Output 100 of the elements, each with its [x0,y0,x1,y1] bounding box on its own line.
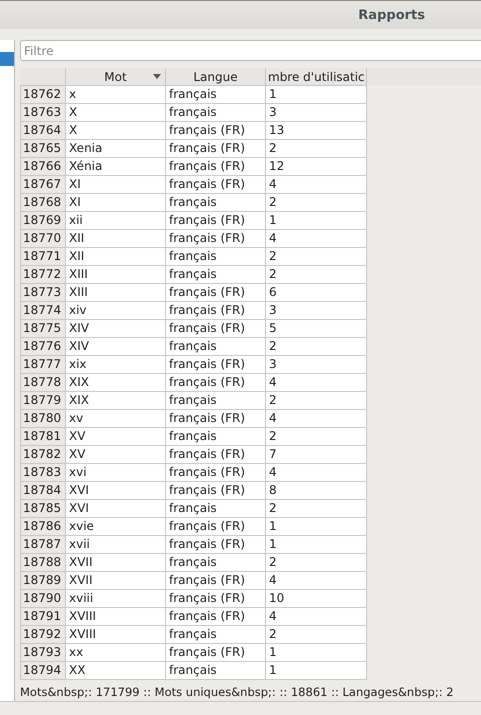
row-header: 18774 [20,301,66,319]
row-header: 18764 [20,121,66,139]
table-cell: français [166,391,266,409]
table-cell: xx [66,643,166,661]
table-cell: français (FR) [166,211,266,229]
table-cell: 2 [266,499,367,517]
row-header: 18784 [20,481,66,499]
table-cell: xvie [66,517,166,535]
table-cell: Xenia [66,139,166,157]
table-cell: 4 [266,373,367,391]
table-cell: français (FR) [166,229,266,247]
table-cell: 10 [266,589,367,607]
table-cell: français (FR) [166,175,266,193]
table-cell: français [166,625,266,643]
row-header: 18763 [20,103,66,121]
table-cell: 2 [266,427,367,445]
row-header: 18768 [20,193,66,211]
table-cell: 1 [266,211,367,229]
row-header: 18787 [20,535,66,553]
table-cell: xvi [66,463,166,481]
row-header: 18781 [20,427,66,445]
table-cell: français [166,553,266,571]
table-cell: 2 [266,265,367,283]
table-cell: français (FR) [166,517,266,535]
row-header: 18789 [20,571,66,589]
row-header: 18780 [20,409,66,427]
row-header: 18769 [20,211,66,229]
table-cell: français (FR) [166,283,266,301]
table-cell: français (FR) [166,535,266,553]
table-cell: français [166,247,266,265]
table-cell: XV [66,445,166,463]
row-header: 18777 [20,355,66,373]
row-header: 18772 [20,265,66,283]
row-header: 18792 [20,625,66,643]
table-cell: 3 [266,355,367,373]
table-cell: français (FR) [166,373,266,391]
table-cell: XVII [66,553,166,571]
table-cell: français [166,85,266,103]
row-header: 18771 [20,247,66,265]
table-cell: français [166,103,266,121]
table-cell: français [166,499,266,517]
table-cell: 6 [266,283,367,301]
table-cell: XVIII [66,625,166,643]
table-cell: XVI [66,499,166,517]
row-header: 18786 [20,517,66,535]
table-cell: 1 [266,661,367,679]
table-cell: 4 [266,409,367,427]
table-cell: x [66,85,166,103]
sidebar-item[interactable] [0,52,14,66]
table-cell: 2 [266,337,367,355]
table-cell: français (FR) [166,301,266,319]
table-cell: 3 [266,103,367,121]
table-cell: X [66,121,166,139]
table-cell: 1 [266,535,367,553]
row-header: 18776 [20,337,66,355]
table-cell: 1 [266,85,367,103]
table-cell: français (FR) [166,445,266,463]
table-cell: XIII [66,283,166,301]
table-cell: 2 [266,553,367,571]
table-cell: 2 [266,247,367,265]
table-cell: XVIII [66,607,166,625]
table-cell: X [66,103,166,121]
table-cell: 4 [266,463,367,481]
table-cell: français (FR) [166,319,266,337]
row-header: 18765 [20,139,66,157]
table-cell: français (FR) [166,481,266,499]
table-cell: 2 [266,625,367,643]
table-cell: XII [66,229,166,247]
table-cell: XVII [66,571,166,589]
table-cell: français (FR) [166,355,266,373]
table-cell: français (FR) [166,463,266,481]
table-cell: Xénia [66,157,166,175]
table-cell: 1 [266,517,367,535]
row-header: 18770 [20,229,66,247]
table-cell: français (FR) [166,409,266,427]
table-cell: 4 [266,571,367,589]
table-cell: français [166,427,266,445]
table-cell: 2 [266,193,367,211]
window-title: Rapports [358,8,425,22]
row-header: 18782 [20,445,66,463]
table-cell: 12 [266,157,367,175]
row-header: 18766 [20,157,66,175]
table-cell: xii [66,211,166,229]
filter-field[interactable]: Filtre [20,40,481,61]
table-cell: xiv [66,301,166,319]
row-header: 18778 [20,373,66,391]
table-cell: xviii [66,589,166,607]
table-cell: XIX [66,373,166,391]
table-cell: XI [66,175,166,193]
table-cell: XVI [66,481,166,499]
table-cell: XV [66,427,166,445]
row-header: 18779 [20,391,66,409]
table-cell: 8 [266,481,367,499]
table-cell: français [166,337,266,355]
table-cell: XIV [66,337,166,355]
table-cell: 5 [266,319,367,337]
table-cell: XI [66,193,166,211]
row-header: 18775 [20,319,66,337]
table-cell: français [166,193,266,211]
table-cell: 2 [266,391,367,409]
